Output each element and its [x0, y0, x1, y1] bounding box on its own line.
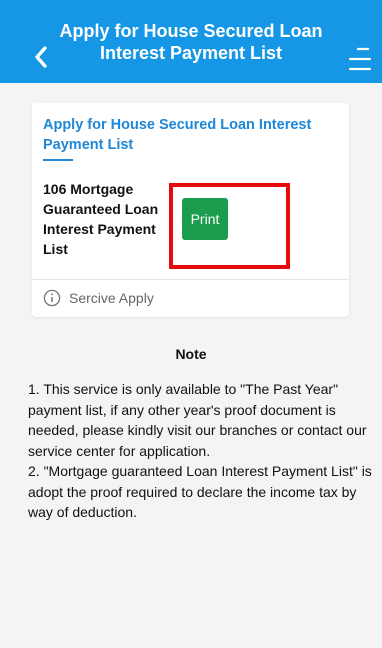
back-button[interactable] — [30, 44, 52, 70]
header-bar: Apply for House Secured Loan Interest Pa… — [0, 0, 382, 83]
info-icon — [43, 289, 61, 307]
menu-button[interactable] — [348, 46, 372, 72]
service-apply-row[interactable]: Sercive Apply — [43, 287, 154, 309]
item-name: 106 Mortgage Guaranteed Loan Interest Pa… — [43, 181, 159, 257]
title-underline — [43, 159, 73, 161]
service-apply-label: Sercive Apply — [69, 290, 154, 306]
note-line-1: 1. This service is only available to "Th… — [28, 381, 367, 459]
menu-icon — [348, 47, 372, 71]
card-title: Apply for House Secured Loan Interest Pa… — [43, 117, 312, 153]
loan-list-card: Apply for House Secured Loan Interest Pa… — [32, 103, 349, 317]
chevron-left-icon — [35, 46, 47, 68]
print-button[interactable]: Print — [182, 198, 228, 240]
page-title: Apply for House Secured Loan Interest Pa… — [59, 20, 323, 63]
divider — [32, 279, 349, 280]
note-line-2: 2. "Mortgage guaranteed Loan Interest Pa… — [28, 463, 372, 520]
note-title: Note — [175, 346, 207, 362]
note-body: 1. This service is only available to "Th… — [28, 379, 378, 523]
